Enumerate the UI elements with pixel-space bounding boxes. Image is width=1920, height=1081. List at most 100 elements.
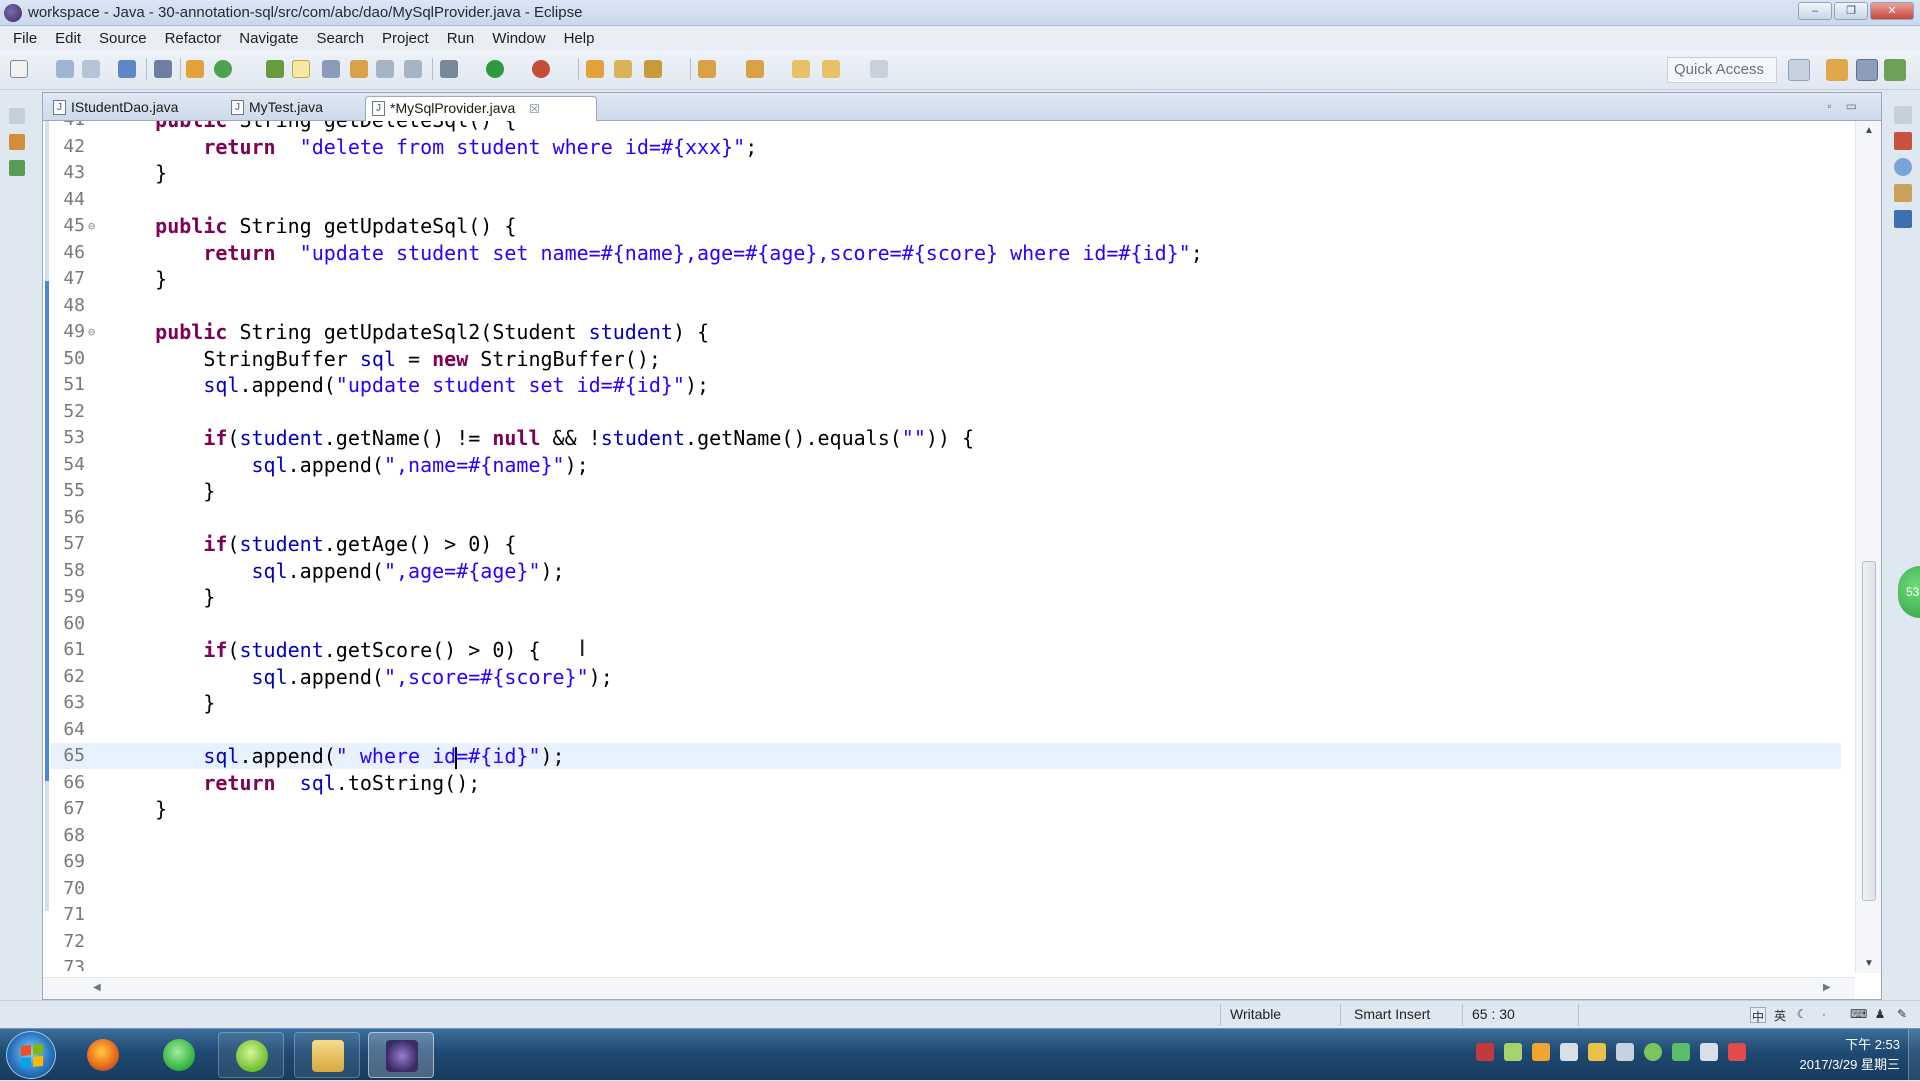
minimize-button[interactable]: – bbox=[1798, 2, 1832, 20]
code-line[interactable]: 59 } bbox=[51, 584, 1841, 610]
fold-collapse-icon[interactable]: ⊖ bbox=[88, 319, 95, 345]
code-line[interactable]: 56 bbox=[51, 505, 1841, 531]
quick-access-input[interactable]: Quick Access bbox=[1667, 57, 1777, 83]
task-list-icon[interactable] bbox=[1894, 158, 1912, 176]
code-line[interactable]: 60 bbox=[51, 611, 1841, 637]
taskbar-firefox[interactable] bbox=[70, 1032, 136, 1078]
ime-keyboard-icon[interactable]: ⌨ bbox=[1850, 1007, 1867, 1023]
code-line[interactable]: 48 bbox=[51, 293, 1841, 319]
highlight-icon[interactable] bbox=[292, 60, 310, 78]
code-line[interactable]: 41 public String getDeleteSql() { bbox=[51, 121, 1841, 133]
code-line[interactable]: 67 } bbox=[51, 796, 1841, 822]
tray-battery-icon[interactable] bbox=[1504, 1043, 1522, 1061]
code-line[interactable]: 47 } bbox=[51, 266, 1841, 292]
code-line[interactable]: 54 sql.append(",name=#{name}"); bbox=[51, 452, 1841, 478]
refresh-icon[interactable] bbox=[214, 60, 232, 78]
save-icon[interactable] bbox=[56, 60, 74, 78]
taskbar-eclipse[interactable] bbox=[368, 1032, 434, 1078]
tray-network-icon[interactable] bbox=[1672, 1043, 1690, 1061]
code-line[interactable]: 43 } bbox=[51, 160, 1841, 186]
tab-mysqlprovider[interactable]: J *MySqlProvider.java ☒ bbox=[365, 96, 597, 121]
scroll-left-icon[interactable]: ◀ bbox=[93, 982, 101, 993]
open-type-icon[interactable] bbox=[266, 60, 284, 78]
outline-icon[interactable] bbox=[1894, 132, 1912, 150]
code-line[interactable]: 69 bbox=[51, 849, 1841, 875]
next-annotation-icon[interactable] bbox=[698, 60, 716, 78]
code-area[interactable]: 41 public String getDeleteSql() {42 retu… bbox=[51, 121, 1841, 971]
ime-tools-icon[interactable]: ✎ bbox=[1894, 1007, 1910, 1023]
ime-punct-icon[interactable]: · bbox=[1816, 1007, 1832, 1023]
tray-app4-icon[interactable] bbox=[1644, 1043, 1662, 1061]
code-line[interactable]: 44 bbox=[51, 187, 1841, 213]
problems-icon[interactable] bbox=[1894, 184, 1912, 202]
code-line[interactable]: 55 } bbox=[51, 478, 1841, 504]
vertical-scrollbar[interactable]: ▲ ▼ bbox=[1855, 121, 1881, 973]
ime-lang-icon[interactable]: 英 bbox=[1772, 1007, 1788, 1023]
code-line[interactable]: 53 if(student.getName() != null && !stud… bbox=[51, 425, 1841, 451]
ime-mode-icon[interactable]: 中 bbox=[1750, 1007, 1766, 1024]
code-line[interactable]: 52 bbox=[51, 399, 1841, 425]
code-line[interactable]: 57 if(student.getAge() > 0) { bbox=[51, 531, 1841, 557]
code-line[interactable]: 68 bbox=[51, 823, 1841, 849]
tray-security-icon[interactable] bbox=[1616, 1043, 1634, 1061]
code-line[interactable]: 58 sql.append(",age=#{age}"); bbox=[51, 558, 1841, 584]
show-whitespace-icon[interactable] bbox=[376, 60, 394, 78]
tray-app-icon[interactable] bbox=[1476, 1043, 1494, 1061]
code-line[interactable]: 42 return "delete from student where id=… bbox=[51, 134, 1841, 160]
print-icon[interactable] bbox=[118, 60, 136, 78]
scroll-up-icon[interactable]: ▲ bbox=[1864, 125, 1874, 136]
code-line[interactable]: 73 bbox=[51, 955, 1841, 971]
tray-volume-icon[interactable] bbox=[1728, 1043, 1746, 1061]
code-line[interactable]: 63 } bbox=[51, 690, 1841, 716]
code-line[interactable]: 71 bbox=[51, 902, 1841, 928]
tray-app2-icon[interactable] bbox=[1532, 1043, 1550, 1061]
show-desktop-button[interactable] bbox=[1908, 1029, 1920, 1081]
run-icon[interactable] bbox=[486, 60, 504, 78]
menu-search[interactable]: Search bbox=[307, 30, 373, 47]
code-line[interactable]: 65 sql.append(" where id=#{id}"); bbox=[51, 743, 1841, 769]
code-line[interactable]: 66 return sql.toString(); bbox=[51, 770, 1841, 796]
menu-help[interactable]: Help bbox=[555, 30, 604, 47]
menu-edit[interactable]: Edit bbox=[46, 30, 90, 47]
scroll-down-icon[interactable]: ▼ bbox=[1864, 958, 1874, 969]
minimize-maximize-icon[interactable]: ▫▭ bbox=[1827, 99, 1871, 113]
system-clock[interactable]: 下午 2:53 2017/3/29 星期三 bbox=[1800, 1035, 1900, 1075]
prev-annotation-icon[interactable] bbox=[746, 60, 764, 78]
tray-monitor-icon[interactable] bbox=[1700, 1043, 1718, 1061]
external-tools-icon[interactable] bbox=[532, 60, 550, 78]
menu-window[interactable]: Window bbox=[483, 30, 554, 47]
type-hierarchy-icon[interactable] bbox=[9, 160, 25, 176]
menu-navigate[interactable]: Navigate bbox=[230, 30, 307, 47]
taskbar-ie[interactable] bbox=[146, 1032, 212, 1078]
restore-icon[interactable] bbox=[1894, 106, 1912, 124]
code-line[interactable]: 50 StringBuffer sql = new StringBuffer()… bbox=[51, 346, 1841, 372]
menu-project[interactable]: Project bbox=[373, 30, 438, 47]
last-edit-icon[interactable] bbox=[792, 60, 810, 78]
toggle-mark-icon[interactable] bbox=[322, 60, 340, 78]
ime-user-icon[interactable]: ♟ bbox=[1872, 1007, 1888, 1023]
debug-perspective-icon[interactable] bbox=[1884, 59, 1906, 81]
ime-moon-icon[interactable]: ☾ bbox=[1794, 1007, 1810, 1023]
java-perspective-icon[interactable] bbox=[1856, 59, 1878, 81]
search-pen-icon[interactable] bbox=[644, 60, 662, 78]
start-button[interactable] bbox=[6, 1031, 56, 1079]
open-perspective-icon[interactable] bbox=[1788, 59, 1810, 81]
save-all-icon[interactable] bbox=[82, 60, 100, 78]
code-line[interactable]: 70 bbox=[51, 876, 1841, 902]
skip-breakpoints-icon[interactable] bbox=[154, 60, 172, 78]
java-ee-perspective-icon[interactable] bbox=[1826, 59, 1848, 81]
menu-refactor[interactable]: Refactor bbox=[156, 30, 231, 47]
back-icon[interactable] bbox=[822, 60, 840, 78]
code-line[interactable]: 45 ⊖ public String getUpdateSql() { bbox=[51, 213, 1841, 239]
code-line[interactable]: 49 ⊖ public String getUpdateSql2(Student … bbox=[51, 319, 1841, 345]
debug-icon[interactable] bbox=[440, 60, 458, 78]
console-icon[interactable] bbox=[1894, 210, 1912, 228]
code-line[interactable]: 61 if(student.getScore() > 0) { bbox=[51, 637, 1841, 663]
open-file-icon[interactable] bbox=[614, 60, 632, 78]
tray-flag-icon[interactable] bbox=[1560, 1043, 1578, 1061]
horizontal-scrollbar[interactable]: ◀ ▶ bbox=[43, 977, 1855, 999]
code-line[interactable]: 72 bbox=[51, 929, 1841, 955]
scroll-thumb[interactable] bbox=[1862, 561, 1876, 901]
close-tab-icon[interactable]: ☒ bbox=[529, 98, 540, 120]
new-icon[interactable] bbox=[10, 60, 28, 78]
